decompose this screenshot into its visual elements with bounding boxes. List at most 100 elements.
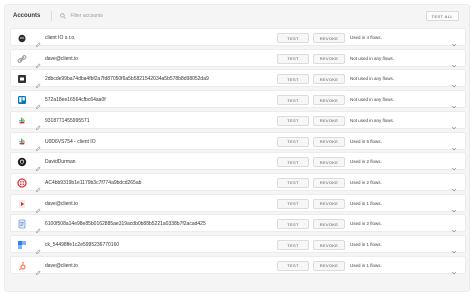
search-placeholder: Filter accounts — [70, 13, 103, 19]
chevron-down-icon[interactable] — [451, 242, 457, 254]
edit-pencil-icon[interactable] — [35, 97, 41, 110]
youtube-icon — [17, 199, 27, 209]
edit-pencil-icon[interactable] — [35, 56, 41, 68]
test-button[interactable]: TEST — [277, 33, 309, 43]
test-button[interactable]: TEST — [277, 95, 309, 106]
chevron-down-icon[interactable] — [451, 97, 457, 109]
edit-pencil-icon[interactable] — [35, 35, 41, 48]
account-name: AC4bb9319b1e1179b3c7f774a9bdcd265ab — [45, 179, 142, 186]
account-name: dave@client.io — [45, 55, 78, 62]
account-row[interactable]: dave@client.io TEST REVOKE Not used in any … — [10, 48, 466, 68]
usage-text: Used in 2 flows. — [350, 179, 382, 185]
account-row[interactable]: 2dbcde99ba74dba4fbf2a7fd87050f6a5b582154… — [10, 69, 466, 89]
usage-text: Used in 2 flows. — [350, 221, 382, 227]
twilio-icon — [17, 178, 27, 188]
account-row[interactable]: 572a18ee16564cfbc64aa0f TEST REVOKE Not use… — [10, 90, 466, 110]
edit-pencil-icon[interactable] — [35, 221, 41, 234]
trello-icon — [17, 95, 27, 105]
link-icon — [17, 54, 27, 64]
mailchimp-icon — [17, 33, 27, 43]
account-row[interactable]: ck_54498ffe1c2e5995236770160 TEST REVOKE Us… — [10, 235, 466, 255]
revoke-button[interactable]: REVOKE — [313, 95, 345, 106]
revoke-button[interactable]: REVOKE — [313, 219, 345, 230]
header-divider — [51, 11, 53, 21]
usage-text: Used in 5 flows. — [350, 138, 382, 144]
revoke-button[interactable]: REVOKE — [313, 115, 345, 126]
account-name: dave@client.io — [45, 262, 78, 269]
test-button[interactable]: TEST — [277, 260, 309, 271]
edit-pencil-icon[interactable] — [35, 139, 41, 151]
test-button[interactable]: TEST — [277, 177, 309, 188]
revoke-button[interactable]: REVOKE — [313, 74, 345, 85]
page-title: Accounts — [13, 13, 41, 19]
account-row[interactable]: dave@client.io TEST REVOKE Used in 1 flows. — [10, 193, 466, 213]
edit-pencil-icon[interactable] — [35, 263, 41, 275]
edit-pencil-icon[interactable] — [35, 159, 41, 172]
search-input[interactable]: Filter accounts — [60, 13, 103, 19]
edit-pencil-icon[interactable] — [35, 118, 41, 130]
account-row[interactable]: 9318771455995571 TEST REVOKE Not used in an… — [10, 110, 466, 130]
slack-icon — [17, 137, 27, 147]
flow-icon — [17, 240, 27, 250]
chevron-down-icon[interactable] — [451, 76, 457, 88]
account-name: ck_54498ffe1c2e5995236770160 — [45, 242, 120, 248]
test-button[interactable]: TEST — [277, 136, 309, 147]
account-name: 9318771455995571 — [45, 117, 90, 124]
test-button[interactable]: TEST — [277, 115, 309, 126]
accounts-panel: Accounts Filter accounts TEST ALL client… — [4, 4, 470, 292]
usage-text: Not used in any flows. — [350, 76, 395, 82]
account-row[interactable]: client IO s.r.o. TEST REVOKE Used in 4 flow… — [10, 28, 466, 48]
chevron-down-icon[interactable] — [451, 35, 457, 47]
revoke-button[interactable]: REVOKE — [313, 33, 345, 43]
revoke-button[interactable]: REVOKE — [313, 53, 345, 64]
revoke-button[interactable]: REVOKE — [313, 157, 345, 168]
revoke-button[interactable]: REVOKE — [313, 240, 345, 250]
edit-pencil-icon[interactable] — [35, 242, 41, 255]
account-name: 572a18ee16564cfbc64aa0f — [45, 97, 106, 104]
test-button[interactable]: TEST — [277, 219, 309, 230]
edit-pencil-icon[interactable] — [35, 76, 41, 89]
usage-text: Used in 1 flows. — [350, 262, 382, 268]
chevron-down-icon[interactable] — [451, 56, 457, 68]
square-icon — [17, 74, 27, 84]
account-row[interactable]: DavidDurman TEST REVOKE Used in 2 flows. — [10, 152, 466, 172]
test-all-button[interactable]: TEST ALL — [425, 11, 459, 21]
chevron-down-icon[interactable] — [451, 221, 457, 233]
test-button[interactable]: TEST — [277, 198, 309, 209]
chevron-down-icon[interactable] — [451, 139, 457, 150]
test-button[interactable]: TEST — [277, 74, 309, 85]
usage-text: Not used in any flows. — [350, 55, 395, 61]
revoke-button[interactable]: REVOKE — [313, 177, 345, 188]
hubspot-icon — [17, 261, 27, 271]
account-name: dave@client.io — [45, 200, 78, 207]
chevron-down-icon[interactable] — [451, 201, 457, 213]
edit-pencil-icon[interactable] — [35, 201, 41, 213]
test-button[interactable]: TEST — [277, 157, 309, 168]
revoke-button[interactable]: REVOKE — [313, 136, 345, 147]
revoke-button[interactable]: REVOKE — [313, 198, 345, 209]
usage-text: Not used in any flows. — [350, 97, 395, 103]
account-name: client IO s.r.o. — [45, 35, 76, 41]
account-row[interactable]: dave@client.io TEST REVOKE Used in 1 flows. — [10, 255, 466, 275]
doc-icon — [17, 219, 27, 229]
usage-text: Used in 4 flows. — [350, 35, 382, 40]
usage-text: Used in 2 flows. — [350, 159, 382, 165]
test-button[interactable]: TEST — [277, 240, 309, 250]
account-row[interactable]: 6100f508a14e98e85b0162885ae319acdb0b88b5… — [10, 214, 466, 234]
chevron-down-icon[interactable] — [451, 159, 457, 171]
account-name: U0D6VS754 - client IO — [45, 138, 96, 145]
edit-pencil-icon[interactable] — [35, 180, 41, 193]
test-button[interactable]: TEST — [277, 53, 309, 64]
usage-text: Used in 1 flows. — [350, 242, 382, 247]
usage-text: Not used in any flows. — [350, 117, 395, 123]
github-icon — [17, 157, 27, 167]
revoke-button[interactable]: REVOKE — [313, 260, 345, 271]
chevron-down-icon[interactable] — [451, 118, 457, 130]
account-row[interactable]: U0D6VS754 - client IO TEST REVOKE Used in 5… — [10, 131, 466, 151]
account-row[interactable]: AC4bb9319b1e1179b3c7f774a9bdcd265ab TEST R… — [10, 172, 466, 193]
chevron-down-icon[interactable] — [451, 180, 457, 192]
account-name: 2dbcde99ba74dba4fbf2a7fd87050f6a5b582154… — [45, 76, 209, 83]
account-name: DavidDurman — [45, 159, 76, 166]
slack-icon — [17, 116, 27, 126]
chevron-down-icon[interactable] — [451, 263, 457, 275]
